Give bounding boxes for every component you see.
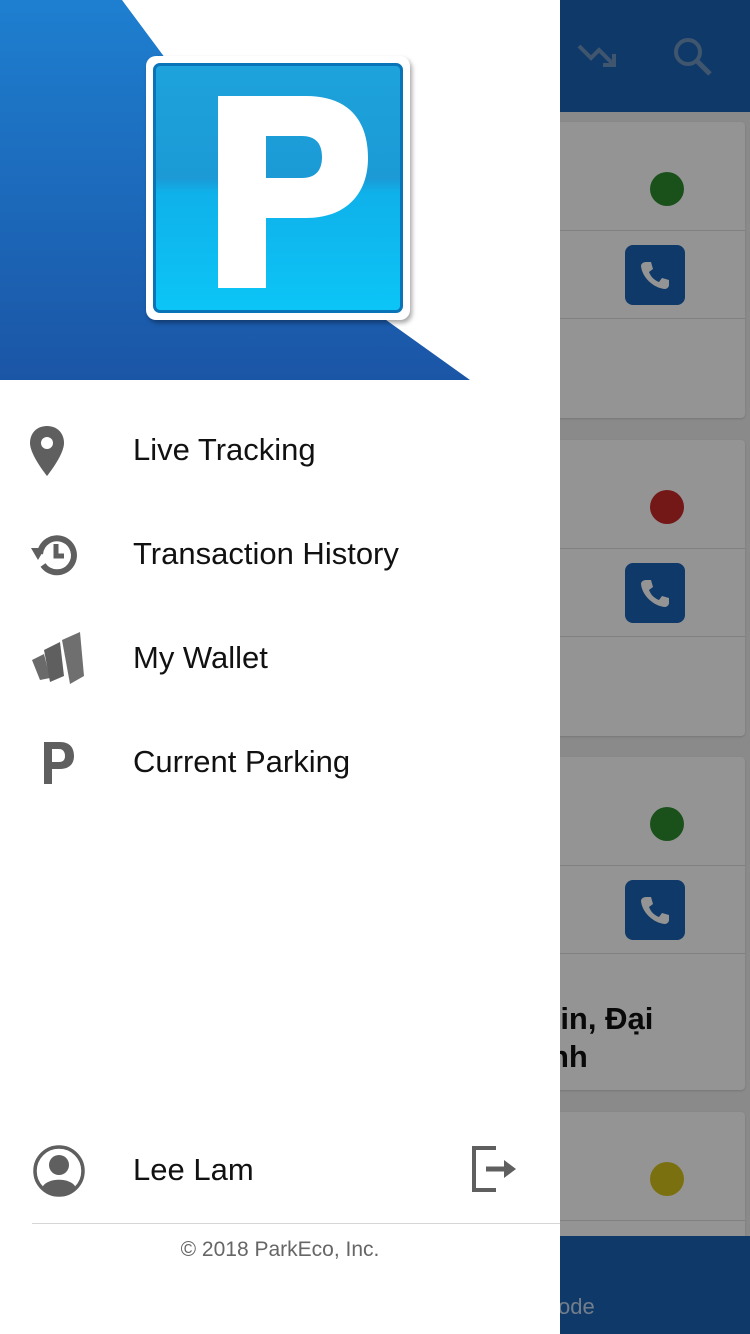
navigation-drawer: Live Tracking Transaction History My Wal…	[0, 0, 560, 1334]
menu-item-label: Transaction History	[133, 536, 399, 571]
footer-divider	[32, 1223, 560, 1224]
logout-icon[interactable]	[470, 1144, 520, 1194]
menu-item-current-parking[interactable]: Current Parking	[0, 724, 560, 804]
menu-item-label: Live Tracking	[133, 432, 316, 467]
copyright-text: © 2018 ParkEco, Inc.	[180, 1238, 380, 1261]
menu-item-my-wallet[interactable]: My Wallet	[0, 620, 560, 700]
parking-logo	[146, 56, 410, 320]
parking-p-logo-icon	[218, 96, 368, 288]
wallet-logo-icon	[32, 632, 84, 684]
history-icon	[31, 535, 77, 576]
menu-item-label: Current Parking	[133, 744, 351, 779]
menu-item-live-tracking[interactable]: Live Tracking	[0, 412, 560, 492]
menu-item-transaction-history[interactable]: Transaction History	[0, 516, 560, 596]
user-name: Lee Lam	[133, 1152, 254, 1187]
user-avatar-icon	[33, 1145, 85, 1197]
drawer-header	[0, 0, 560, 380]
location-pin-icon	[30, 426, 64, 476]
menu-item-label: My Wallet	[133, 640, 268, 675]
parking-p-icon	[44, 742, 74, 784]
user-profile-row[interactable]: Lee Lam	[0, 1130, 560, 1210]
